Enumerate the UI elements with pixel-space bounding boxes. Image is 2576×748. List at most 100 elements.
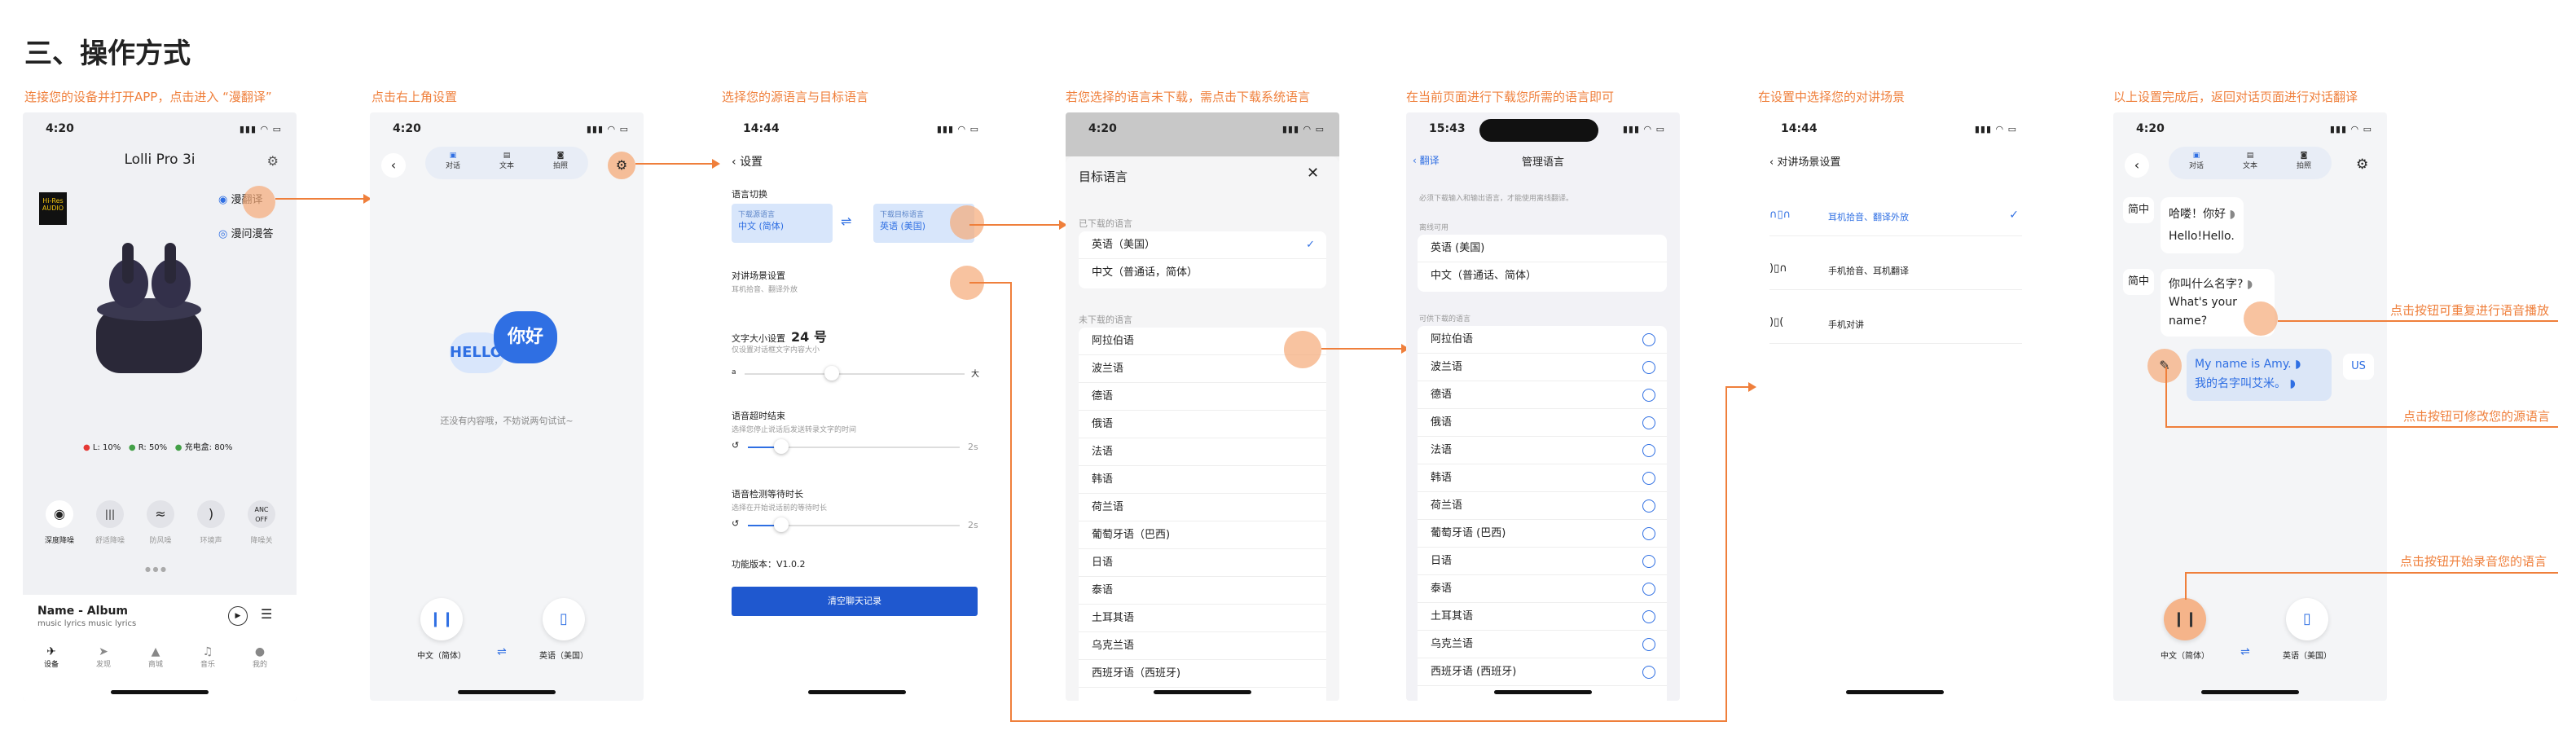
list-item[interactable]: 法语 — [1418, 437, 1667, 464]
replay-highlight[interactable] — [2244, 301, 2278, 336]
list-item[interactable]: 西班牙语 (西班牙) — [1418, 658, 1667, 686]
list-item[interactable]: 德语 — [1079, 383, 1326, 411]
list-item[interactable]: 泰语 — [1079, 577, 1326, 605]
list-item[interactable]: 波兰语 — [1418, 354, 1667, 381]
list-item[interactable]: 德语 — [1418, 381, 1667, 409]
speaker-icon: ◗ — [2295, 358, 2301, 371]
play-icon[interactable]: ▶ — [228, 606, 248, 626]
list-item[interactable]: 荷兰语 — [1418, 492, 1667, 520]
tab-dialog[interactable]: ▣ 对话 — [429, 152, 477, 170]
scene-header[interactable]: ‹ 对讲场景设置 — [1769, 153, 1840, 169]
left-lang[interactable]: 中文（简体） — [401, 649, 482, 661]
scene-option-2[interactable]: )▯∩ 手机拾音、耳机翻译 — [1769, 251, 2022, 290]
mic-left-icon[interactable]: ❙❙ — [2164, 598, 2206, 640]
list-item[interactable]: 阿拉伯语 — [1418, 326, 1667, 354]
deep-anc-icon[interactable]: ◉ — [46, 500, 73, 528]
status-time: 4:20 — [1088, 122, 1117, 135]
manage-title: 管理语言 — [1521, 156, 1564, 169]
menu-qa[interactable]: ◎ 漫问漫答 — [218, 225, 274, 240]
back-icon[interactable]: ‹ — [381, 153, 406, 178]
list-item[interactable]: 土耳其语 — [1079, 605, 1326, 632]
list-item[interactable]: 西班牙语（西班牙) — [1079, 660, 1326, 688]
playlist-icon[interactable]: ☰ — [261, 606, 272, 622]
list-item[interactable]: 韩语 — [1418, 464, 1667, 492]
album-sub: music lyrics music lyrics — [37, 619, 137, 628]
status-time: 4:20 — [393, 122, 421, 135]
nav-shop[interactable]: ▲ 商城 — [135, 645, 176, 669]
device-icon: ✈ — [46, 645, 56, 658]
qa-icon: ◎ — [218, 228, 228, 240]
connector-arrow — [712, 159, 720, 169]
list-item[interactable]: 日语 — [1418, 548, 1667, 575]
ambient-icon[interactable]: ) — [197, 500, 225, 528]
list-item[interactable]: 韩语 — [1079, 466, 1326, 494]
list-item[interactable]: 日语 — [1079, 549, 1326, 577]
reset-icon[interactable]: ↺ — [732, 518, 739, 529]
scene-option-3[interactable]: )▯( 手机对讲 — [1769, 305, 2022, 344]
list-item[interactable]: 英语 (美国) — [1418, 235, 1667, 262]
list-item[interactable]: 乌克兰语 — [1079, 632, 1326, 660]
wind-icon[interactable]: ≈ — [147, 500, 174, 528]
download-icon — [1642, 333, 1655, 346]
list-item[interactable]: 泰语 — [1418, 575, 1667, 603]
list-item[interactable]: 土耳其语 — [1418, 603, 1667, 631]
home-indicator — [808, 690, 906, 694]
tab-text[interactable]: ▤ 文本 — [2226, 152, 2275, 170]
font-value: 24 号 — [791, 329, 827, 345]
list-item[interactable]: 葡萄牙语 (巴西) — [1418, 520, 1667, 548]
discover-icon: ➤ — [99, 645, 108, 658]
annotation-replay: 点击按钮可重复进行语音播放 — [2390, 303, 2550, 318]
list-item[interactable]: 俄语 — [1079, 411, 1326, 438]
list-item[interactable]: 中文（普通话、简体） — [1418, 262, 1667, 290]
mic-left-icon[interactable]: ❙❙ — [420, 598, 463, 640]
highlight-arabic[interactable] — [1284, 331, 1321, 368]
reset-icon[interactable]: ↺ — [732, 440, 739, 451]
list-item[interactable]: 俄语 — [1418, 409, 1667, 437]
left-lang[interactable]: 中文（简体） — [2144, 649, 2226, 661]
settings-header[interactable]: ‹ 设置 — [732, 153, 763, 169]
nihao-bubble: 你好 — [494, 311, 557, 363]
settings-gear-icon[interactable]: ⚙ — [2356, 156, 2368, 173]
wait-knob[interactable] — [774, 517, 789, 532]
back-icon[interactable]: ‹ — [2125, 153, 2149, 178]
list-item[interactable]: 乌克兰语 — [1418, 631, 1667, 658]
settings-gear-icon[interactable]: ⚙ — [267, 153, 279, 169]
right-lang[interactable]: 英语（美国） — [523, 649, 604, 661]
anc-off-icon[interactable]: ANC OFF — [248, 500, 275, 528]
phone-conversation: 4:20 ▮▮▮ ◠ ▭ ‹ ▣ 对话 ▤ 文本 ◙ 拍照 ⚙ 简中 哈喽！你好 ◗ He… — [2113, 112, 2387, 701]
mic-right-icon[interactable]: ▯ — [2286, 598, 2328, 640]
nav-discover[interactable]: ➤ 发现 — [83, 645, 124, 669]
nav-device[interactable]: ✈ 设备 — [31, 645, 72, 669]
list-item[interactable]: 荷兰语 — [1079, 494, 1326, 521]
font-slider-knob[interactable] — [824, 366, 839, 381]
source-lang-box[interactable]: 下载源语言 中文 (简体) — [732, 204, 833, 243]
timeout-knob[interactable] — [774, 439, 789, 454]
list-item[interactable]: 中文（普通话，简体） — [1079, 259, 1326, 287]
right-lang[interactable]: 英语（美国） — [2266, 649, 2348, 661]
speaker-icon: ◗ — [2246, 278, 2253, 291]
tab-photo[interactable]: ◙ 拍照 — [536, 152, 585, 170]
settings-gear-icon[interactable]: ⚙ — [608, 152, 635, 179]
tab-photo[interactable]: ◙ 拍照 — [2279, 152, 2328, 170]
mic-right-icon[interactable]: ▯ — [543, 598, 585, 640]
scene-option-1[interactable]: ∩▯∩ 耳机拾音、翻译外放 ✓ — [1769, 197, 2022, 236]
close-icon[interactable]: ✕ — [1307, 165, 1319, 182]
home-indicator — [2201, 690, 2299, 694]
list-item[interactable]: 葡萄牙语（巴西) — [1079, 521, 1326, 549]
list-item[interactable]: 英语（美国） ✓ — [1079, 231, 1326, 259]
swap-icon[interactable]: ⇌ — [2240, 645, 2250, 658]
list-item[interactable]: 法语 — [1079, 438, 1326, 466]
tab-text[interactable]: ▤ 文本 — [482, 152, 531, 170]
clear-chat-button[interactable]: 清空聊天记录 — [732, 587, 978, 616]
swap-icon[interactable]: ⇌ — [497, 645, 507, 658]
comfort-anc-icon[interactable]: ||| — [96, 500, 124, 528]
swap-icon[interactable]: ⇌ — [841, 213, 851, 229]
annotation-edit-source: 点击按钮可修改您的源语言 — [2403, 409, 2551, 424]
tab-dialog[interactable]: ▣ 对话 — [2172, 152, 2221, 170]
font-slider[interactable] — [745, 373, 965, 375]
edit-source-icon[interactable]: ✎ — [2147, 349, 2182, 383]
nav-music[interactable]: ♫ 音乐 — [187, 645, 228, 669]
download-icon — [1642, 610, 1655, 623]
nav-me[interactable]: ● 我的 — [240, 645, 280, 669]
status-time: 4:20 — [2136, 122, 2165, 135]
